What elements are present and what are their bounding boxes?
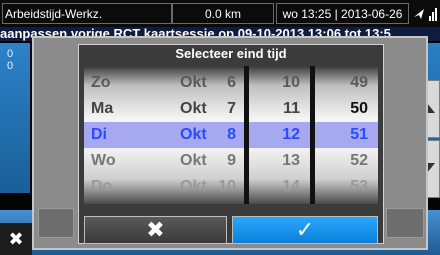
background-panel-left (0, 43, 30, 193)
minute-wheel[interactable]: 49 50 51 52 53 (315, 66, 378, 204)
hour-wheel[interactable]: 10 11 12 13 14 (249, 66, 310, 204)
minute-row[interactable]: 53 (315, 174, 378, 200)
date-row[interactable]: Ma Okt 7 (84, 96, 244, 122)
dialog-side-panel-right (386, 208, 424, 238)
dialog-body: Selecteer eind tijd Zo Okt 6 Ma Okt 7 Di… (78, 44, 384, 244)
hour-row[interactable]: 14 (249, 174, 310, 200)
status-icons (410, 3, 440, 24)
minute-row-selected[interactable]: 51 (315, 122, 378, 148)
hour-row[interactable]: 11 (249, 96, 310, 122)
close-icon: ✖ (146, 217, 165, 242)
dialog-title: Selecteer eind tijd (175, 46, 287, 61)
hour-row[interactable]: 13 (249, 148, 310, 174)
minute-row[interactable]: 50 (315, 96, 378, 122)
cancel-button[interactable]: ✖ (84, 216, 227, 244)
date-row[interactable]: Zo Okt 6 (84, 70, 244, 96)
confirm-button[interactable]: ✓ (232, 216, 378, 244)
date-row[interactable]: Do Okt 10 (84, 174, 244, 200)
minute-row[interactable]: 52 (315, 148, 378, 174)
dialog-side-panel-left (38, 208, 74, 238)
check-icon: ✓ (295, 217, 315, 242)
distance-readout: 0.0 km (172, 3, 274, 24)
hour-row-selected[interactable]: 12 (249, 122, 310, 148)
date-wheel[interactable]: Zo Okt 6 Ma Okt 7 Di Okt 8 Wo Okt 9 Do O… (84, 66, 244, 204)
hour-row[interactable]: 10 (249, 70, 310, 96)
gps-icon (414, 8, 437, 21)
signal-icon (429, 16, 431, 21)
activity-status[interactable]: Arbeidstijd-Werkz. (2, 3, 172, 24)
date-row-selected[interactable]: Di Okt 8 (84, 122, 244, 148)
date-row[interactable]: Wo Okt 9 (84, 148, 244, 174)
datetime-readout: wo 13:25 | 2013-06-26 (276, 3, 409, 24)
select-end-time-dialog: Selecteer eind tijd Zo Okt 6 Ma Okt 7 Di… (32, 36, 428, 250)
time-picker: Zo Okt 6 Ma Okt 7 Di Okt 8 Wo Okt 9 Do O… (84, 66, 378, 204)
status-bar: Arbeidstijd-Werkz. 0.0 km wo 13:25 | 201… (0, 0, 440, 27)
close-icon[interactable]: ✖ (0, 223, 32, 255)
minute-row[interactable]: 49 (315, 70, 378, 96)
background-digits: 0 0 (7, 48, 14, 72)
